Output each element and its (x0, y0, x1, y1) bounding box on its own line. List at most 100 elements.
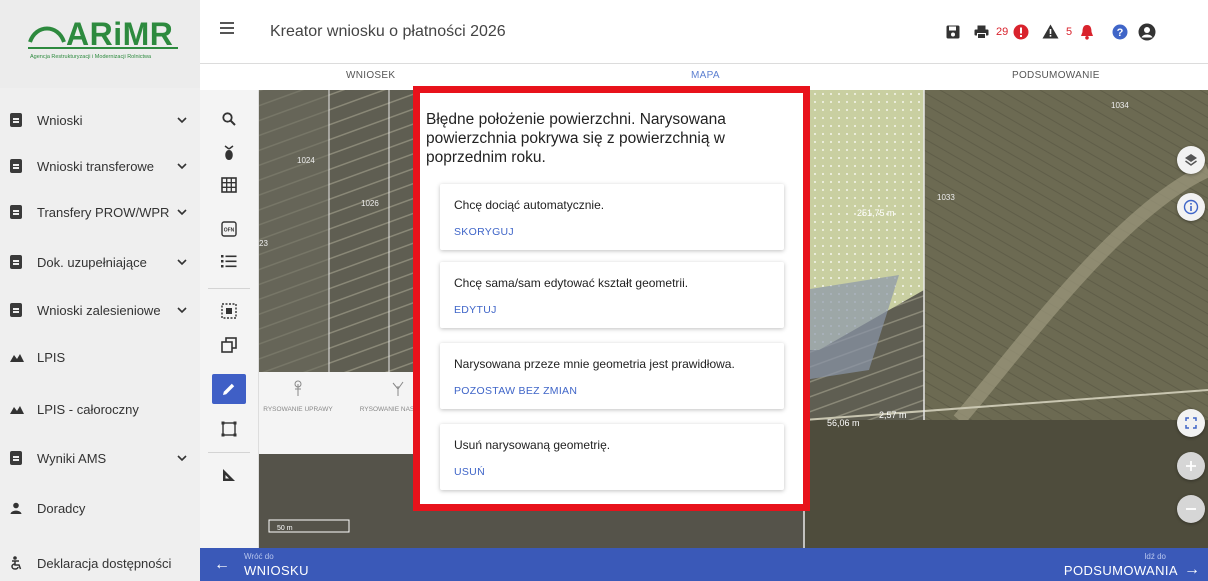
option-card-keep: Narysowana przeze mnie geometria jest pr… (440, 343, 784, 409)
measure-label: 251,75 m (857, 208, 895, 218)
arimr-logo[interactable]: ARiMR Agencja Restrukturyzacji i Moderni… (0, 0, 200, 88)
svg-text:?: ? (1117, 27, 1124, 39)
sidebar-item-label: Dok. uzupełniające (37, 254, 147, 270)
page-title: Kreator wniosku o płatności 2026 (270, 23, 506, 40)
sidebar-item-deklaracja-dostepnosci[interactable]: Deklaracja dostępności (0, 543, 200, 581)
select-tool[interactable] (212, 296, 246, 326)
plant-icon (294, 380, 302, 396)
menu-icon[interactable] (220, 22, 236, 36)
person-icon (10, 501, 22, 515)
arrow-left-icon: ← (214, 556, 230, 573)
save-icon[interactable] (946, 25, 960, 39)
option-description: Usuń narysowaną geometrię. (454, 438, 611, 452)
zoom-in-button[interactable] (1177, 452, 1205, 480)
toolbar-divider (208, 288, 250, 289)
app-header: Kreator wniosku o płatności 2026 29 5 ? (200, 0, 1208, 64)
minus-icon (1186, 508, 1196, 510)
ofn-tool[interactable]: OFN (212, 214, 246, 244)
parcel-label: 1033 (937, 193, 955, 202)
chevron-down-icon (176, 304, 188, 316)
list-icon (221, 255, 237, 268)
clipboard-icon (10, 205, 22, 219)
option-description: Chcę dociąć automatycznie. (454, 198, 605, 212)
draw-crop-option[interactable]: RYSOWANIE UPRAWY (259, 380, 337, 414)
info-button[interactable] (1177, 193, 1205, 221)
search-icon (222, 112, 236, 126)
sidebar-item-dok-uzupelniajace[interactable]: Dok. uzupełniające (0, 242, 200, 282)
parcel-label: 1034 (1111, 101, 1129, 110)
info-icon (1183, 199, 1199, 215)
chevron-down-icon (176, 452, 188, 464)
option-description: Chcę sama/sam edytować kształt geometrii… (454, 276, 689, 290)
sidebar-item-transfery[interactable]: Transfery PROW/WPR (0, 192, 200, 232)
accessibility-icon (10, 556, 22, 570)
search-tool[interactable] (212, 104, 246, 134)
grid-icon (221, 177, 237, 193)
forward-hint: Idź do (1144, 552, 1166, 561)
polygon-tool[interactable] (212, 414, 246, 444)
fullscreen-icon (1185, 417, 1197, 429)
error-alert-icon[interactable] (1013, 24, 1029, 40)
scale-label: 50 m (277, 525, 293, 532)
keep-unchanged-button[interactable]: POZOSTAW BEZ ZMIAN (454, 385, 577, 397)
mountain-icon (10, 352, 24, 362)
sidebar-item-label: LPIS (37, 349, 66, 365)
warning-count: 5 (1066, 26, 1073, 38)
measure-label: 2,57 m (879, 410, 907, 420)
pencil-icon (223, 383, 235, 395)
warning-icon[interactable] (1042, 24, 1059, 39)
list-tool[interactable] (212, 246, 246, 276)
user-account-icon[interactable] (1138, 23, 1156, 41)
clipboard-icon (10, 255, 22, 269)
select-area-icon (221, 303, 237, 319)
wizard-navigation-bar: ← Wróć do WNIOSKU Idź do PODSUMOWANIA → (200, 548, 1208, 581)
ruler-icon (223, 469, 235, 481)
measure-tool[interactable] (212, 460, 246, 490)
edit-button[interactable]: EDYTUJ (454, 304, 497, 316)
forward-button[interactable]: Idź do PODSUMOWANIA → (988, 548, 1208, 581)
sidebar-item-label: Wyniki AMS (37, 450, 107, 466)
sidebar-item-label: Wnioski transferowe (37, 158, 155, 174)
correct-button[interactable]: SKORYGUJ (454, 226, 514, 238)
sidebar-item-wyniki-ams[interactable]: Wyniki AMS (0, 438, 200, 478)
chevron-down-icon (176, 206, 188, 218)
copy-tool[interactable] (212, 330, 246, 360)
arrow-right-icon: → (1184, 561, 1200, 578)
svg-text:OFN: OFN (224, 228, 235, 234)
chevron-down-icon (176, 160, 188, 172)
sidebar-item-wnioski[interactable]: Wnioski (0, 100, 200, 140)
tab-mapa[interactable]: MAPA (691, 70, 720, 81)
sidebar-item-label: Transfery PROW/WPR (37, 204, 170, 220)
sidebar-item-doradcy[interactable]: Doradcy (0, 488, 200, 528)
copy-icon (221, 337, 237, 353)
layers-button[interactable] (1177, 146, 1205, 174)
delete-button[interactable]: USUŃ (454, 466, 485, 478)
draw-tool[interactable] (212, 374, 246, 404)
tab-podsumowanie[interactable]: PODSUMOWANIE (1012, 70, 1100, 81)
back-label: WNIOSKU (244, 563, 309, 578)
tab-wniosek[interactable]: WNIOSEK (346, 70, 395, 81)
sidebar-item-label: Doradcy (37, 500, 86, 516)
fullscreen-button[interactable] (1177, 409, 1205, 437)
bell-icon[interactable] (1080, 24, 1094, 40)
crop-tool[interactable] (212, 138, 246, 168)
sidebar-item-lpis-caloroczny[interactable]: LPIS - całoroczny (0, 389, 200, 429)
dialog-title: Błędne położenie powierzchni. Narysowana… (426, 111, 726, 166)
back-button[interactable]: ← Wróć do WNIOSKU (200, 548, 420, 581)
draw-options-panel: RYSOWANIE UPRAWY RYSOWANIE NASADZEŃ (259, 372, 436, 454)
print-icon[interactable] (974, 25, 989, 39)
parcel-label: 23 (259, 239, 268, 248)
help-icon[interactable]: ? (1112, 24, 1128, 40)
sidebar-item-lpis[interactable]: LPIS (0, 337, 200, 377)
chevron-down-icon (176, 256, 188, 268)
sidebar-item-wnioski-transferowe[interactable]: Wnioski transferowe (0, 146, 200, 186)
zoom-out-button[interactable] (1177, 495, 1205, 523)
option-card-delete: Usuń narysowaną geometrię. USUŃ (440, 424, 784, 490)
chevron-down-icon (176, 114, 188, 126)
option-card-auto-trim: Chcę dociąć automatycznie. SKORYGUJ (440, 184, 784, 250)
layers-icon (1185, 154, 1197, 166)
map-toolbar: OFN (200, 90, 259, 548)
grid-tool[interactable] (212, 170, 246, 200)
sidebar-item-wnioski-zalesieniowe[interactable]: Wnioski zalesieniowe (0, 290, 200, 330)
forward-label: PODSUMOWANIA (1063, 563, 1178, 578)
